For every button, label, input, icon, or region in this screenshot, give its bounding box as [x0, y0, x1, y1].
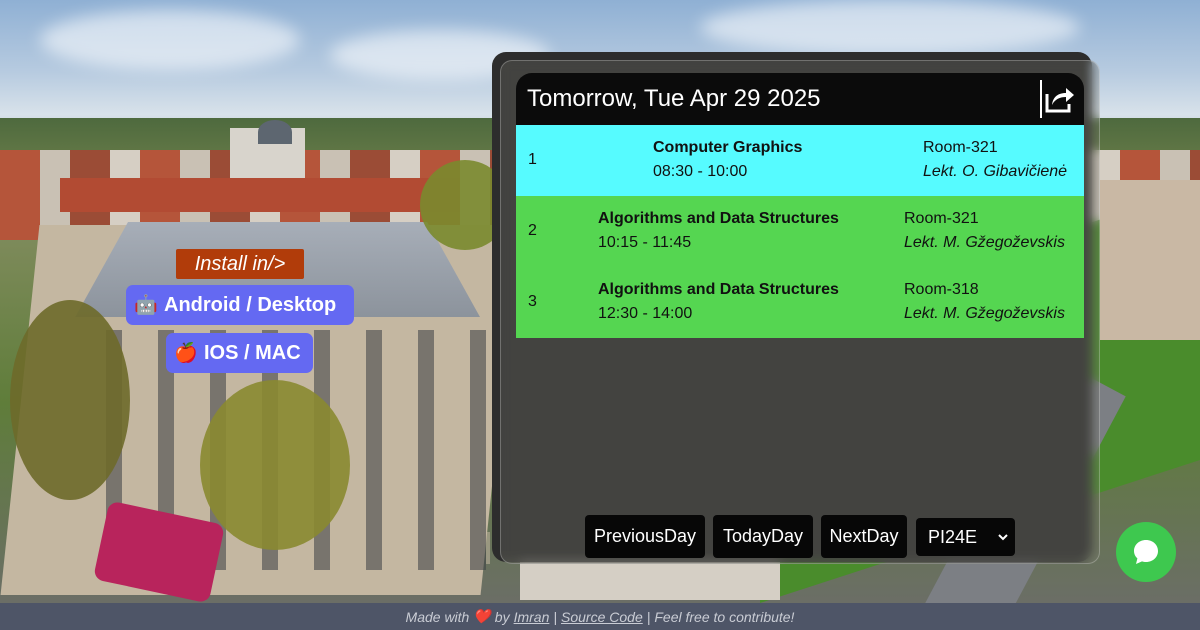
cloud: [40, 10, 300, 70]
android-robot-icon: 🤖: [134, 295, 158, 316]
next-day-button[interactable]: NextDay: [821, 515, 907, 558]
roofs: [60, 178, 460, 212]
church-dome: [258, 120, 292, 144]
footer-separator: |: [646, 608, 651, 625]
day-title: Tomorrow, Tue Apr 29 2025: [527, 85, 821, 112]
lesson-time: 08:30 - 10:00: [653, 163, 748, 180]
lesson-subject: Algorithms and Data Structures: [598, 281, 839, 298]
footer: Made with ❤️ by Imran | Source Code | Fe…: [0, 603, 1200, 630]
group-select-value: PI24E: [928, 526, 978, 547]
lesson-teacher: Lekt. M. Gžegoževskis: [904, 305, 1065, 322]
lesson-number: 2: [528, 222, 537, 239]
ios-mac-label: IOS / MAC: [204, 341, 301, 364]
heart-icon: ❤️: [473, 608, 491, 624]
author-link[interactable]: Imran: [514, 609, 550, 625]
lesson-room: Room-321: [923, 139, 998, 156]
group-select[interactable]: PI24E: [916, 518, 1015, 556]
lesson-teacher: Lekt. M. Gžegoževskis: [904, 234, 1065, 251]
previous-day-button[interactable]: PreviousDay: [585, 515, 705, 558]
today-button[interactable]: TodayDay: [713, 515, 813, 558]
share-icon: [1045, 88, 1074, 113]
ios-mac-install-button[interactable]: 🍎 IOS / MAC: [166, 333, 313, 373]
footer-made-with: Made with: [405, 608, 470, 625]
chevron-down-icon: [998, 534, 1008, 541]
day-header: Tomorrow, Tue Apr 29 2025: [516, 73, 1084, 125]
lesson-subject: Algorithms and Data Structures: [598, 210, 839, 227]
lesson-teacher: Lekt. O. Gibavičienė: [923, 163, 1068, 180]
lesson-time: 10:15 - 11:45: [598, 234, 692, 251]
apple-icon: 🍎: [174, 343, 198, 364]
footer-by: by: [494, 608, 510, 625]
footer-separator: |: [553, 608, 558, 625]
chat-bubble-icon: [1134, 540, 1158, 564]
lesson-row: 1 Computer Graphics 08:30 - 10:00 Room-3…: [516, 125, 1084, 196]
lesson-row: 2 Algorithms and Data Structures 10:15 -…: [516, 196, 1084, 267]
lesson-room: Room-318: [904, 281, 979, 298]
lesson-time: 12:30 - 14:00: [598, 305, 693, 322]
chat-button[interactable]: [1116, 522, 1176, 582]
lesson-subject: Computer Graphics: [653, 139, 803, 156]
tree: [200, 380, 350, 550]
android-desktop-label: Android / Desktop: [164, 293, 337, 316]
source-code-link[interactable]: Source Code: [561, 609, 643, 625]
lesson-room: Room-321: [904, 210, 979, 227]
footer-contribute: Feel free to contribute!: [654, 608, 795, 625]
tree: [10, 300, 130, 500]
install-label: Install in/>: [176, 249, 304, 279]
android-desktop-install-button[interactable]: 🤖 Android / Desktop: [126, 285, 354, 325]
distant-building: [1100, 180, 1200, 340]
lesson-list: 1 Computer Graphics 08:30 - 10:00 Room-3…: [516, 125, 1084, 338]
lesson-row: 3 Algorithms and Data Structures 12:30 -…: [516, 267, 1084, 338]
cloud: [700, 0, 1080, 55]
lesson-number: 1: [528, 151, 537, 168]
share-button[interactable]: [1040, 80, 1078, 118]
lesson-number: 3: [528, 293, 537, 310]
